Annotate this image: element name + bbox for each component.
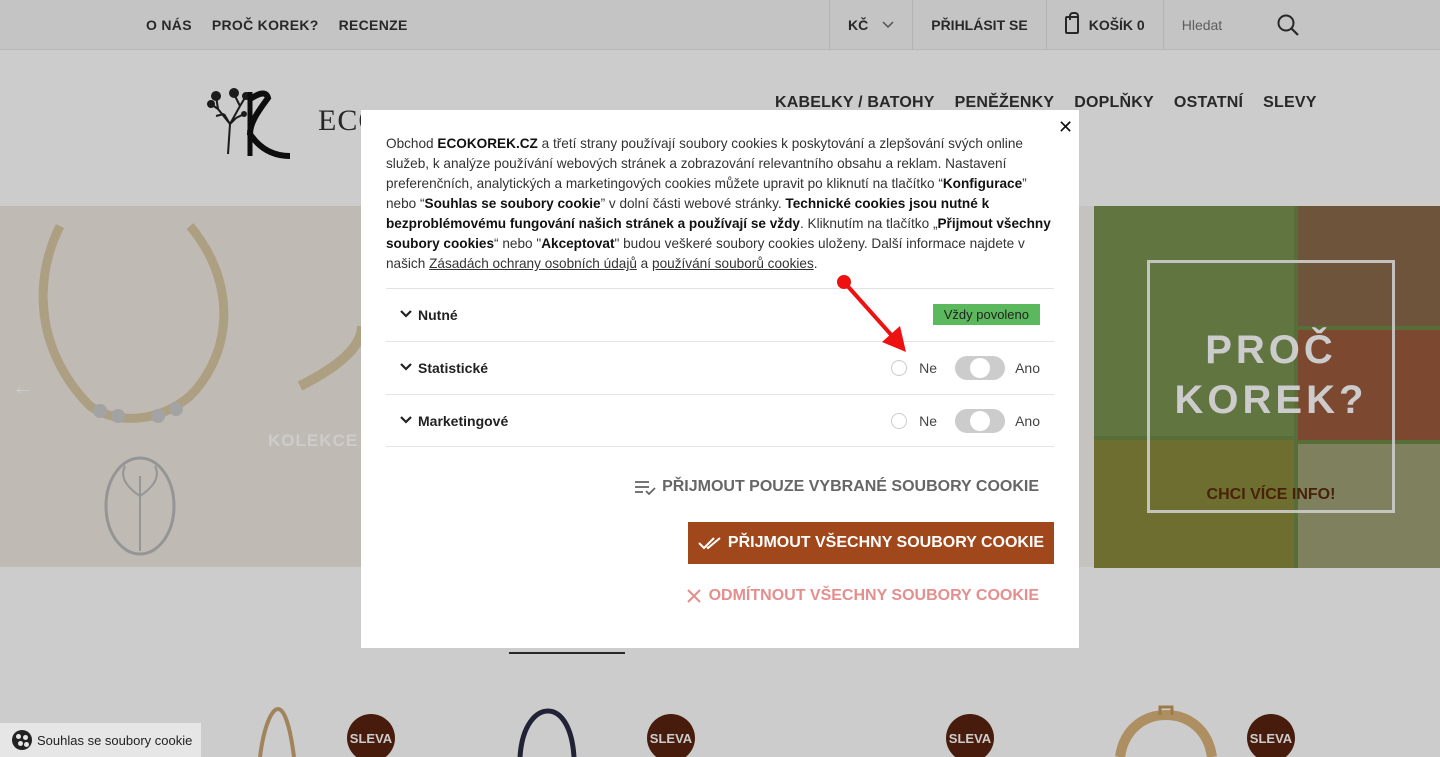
cookie-modal: ✕ Obchod ECOKOREK.CZ a třetí strany použ… xyxy=(361,110,1079,648)
cookie-policy-link[interactable]: používání souborů cookies xyxy=(652,256,814,271)
privacy-policy-link[interactable]: Zásadách ochrany osobních údajů xyxy=(429,256,637,271)
intro-text: ” v dolní části webové stránky. xyxy=(600,196,786,211)
close-icon xyxy=(686,589,701,603)
yes-label: Ano xyxy=(1015,413,1040,429)
consent-term: Souhlas se soubory cookie xyxy=(424,196,601,211)
statistics-no-radio[interactable] xyxy=(891,360,908,376)
marketing-toggle[interactable] xyxy=(955,409,1006,433)
annotation-arrow-icon xyxy=(837,275,906,352)
no-label: Ne xyxy=(919,413,938,429)
cookie-consent-label: Souhlas se soubory cookie xyxy=(37,732,193,748)
cookie-category-necessary[interactable]: Nutné Vždy povoleno xyxy=(386,288,1054,341)
cookie-category-statistics[interactable]: Statistické Ne Ano xyxy=(386,341,1054,394)
list-check-icon xyxy=(635,481,656,495)
shop-name: ECOKOREK.CZ xyxy=(437,136,538,151)
cookie-category-marketing[interactable]: Marketingové Ne Ano xyxy=(386,394,1054,447)
intro-text: . xyxy=(813,256,818,271)
accept-term: Akceptovat xyxy=(541,236,615,251)
close-icon[interactable]: ✕ xyxy=(1058,117,1073,138)
accept-all-button[interactable]: PŘIJMOUT VŠECHNY SOUBORY COOKIE xyxy=(688,522,1054,564)
toggle-knob xyxy=(970,411,991,431)
always-enabled-badge: Vždy povoleno xyxy=(932,304,1040,325)
intro-text: Obchod xyxy=(386,136,438,151)
statistics-toggle[interactable] xyxy=(955,356,1006,380)
accept-all-label: PŘIJMOUT VŠECHNY SOUBORY COOKIE xyxy=(727,534,1045,551)
accept-selected-label: PŘIJMOUT POUZE VYBRANÉ SOUBORY COOKIE xyxy=(662,478,1039,495)
marketing-choice: Ne Ano xyxy=(891,409,1040,433)
cookie-consent-button[interactable]: Souhlas se soubory cookie xyxy=(0,723,201,757)
chevron-down-icon xyxy=(400,309,412,321)
reject-all-label: ODMÍTNOUT VŠECHNY SOUBORY COOKIE xyxy=(708,587,1039,604)
config-term: Konfigurace xyxy=(942,176,1023,191)
no-label: Ne xyxy=(919,360,938,376)
double-check-icon xyxy=(698,537,721,550)
intro-text: “ nebo " xyxy=(494,236,542,251)
category-name: Marketingové xyxy=(418,412,509,429)
yes-label: Ano xyxy=(1015,360,1040,376)
reject-all-button[interactable]: ODMÍTNOUT VŠECHNY SOUBORY COOKIE xyxy=(686,587,1039,605)
chevron-down-icon xyxy=(400,415,412,427)
category-name: Nutné xyxy=(418,307,458,323)
intro-text: a xyxy=(636,256,653,271)
cookie-icon xyxy=(12,730,32,750)
marketing-no-radio[interactable] xyxy=(891,413,908,429)
category-name: Statistické xyxy=(418,360,489,376)
cookie-intro-text: Obchod ECOKOREK.CZ a třetí strany použív… xyxy=(386,134,1056,274)
accept-selected-button[interactable]: PŘIJMOUT POUZE VYBRANÉ SOUBORY COOKIE xyxy=(634,478,1039,496)
toggle-knob xyxy=(970,358,991,378)
chevron-down-icon xyxy=(400,362,412,374)
intro-text: . Kliknutím na tlačítko „ xyxy=(799,216,938,231)
